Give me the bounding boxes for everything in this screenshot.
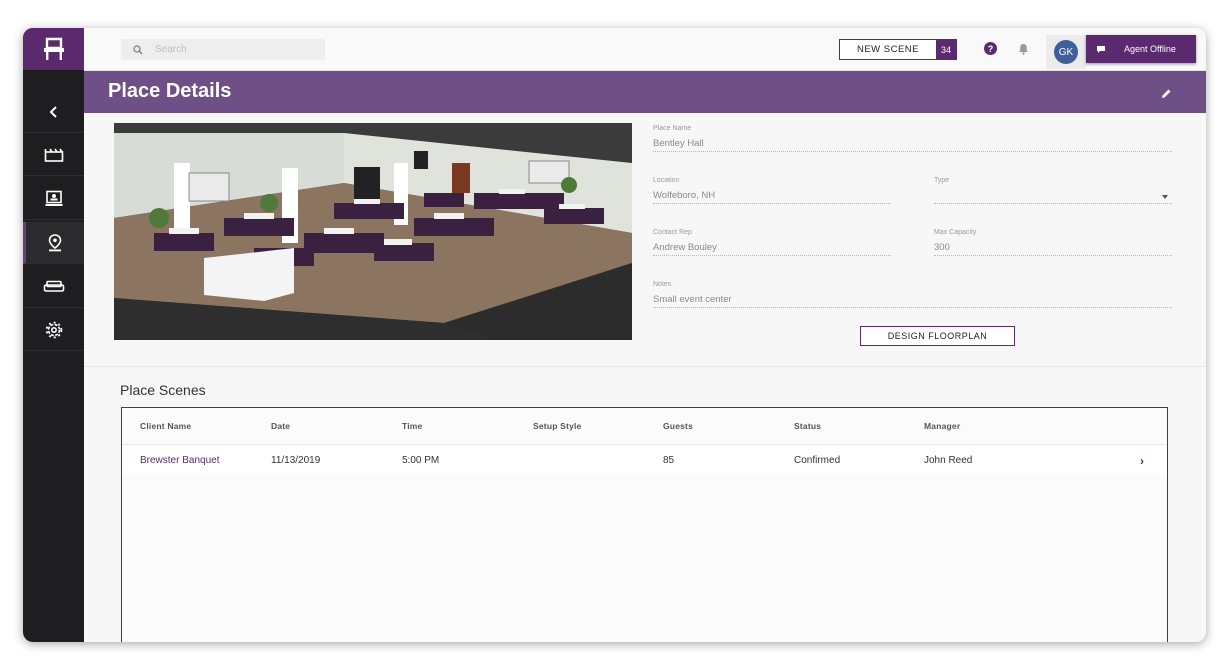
search-box[interactable]: [121, 39, 325, 60]
presentation-icon: [45, 190, 62, 206]
help-icon[interactable]: ?: [984, 42, 997, 55]
notes-field[interactable]: Notes Small event center: [653, 281, 1172, 308]
search-icon: [133, 44, 143, 55]
new-scene-label: NEW SCENE: [840, 40, 936, 59]
avatar: GK: [1054, 40, 1078, 64]
column-header-setup-style[interactable]: Setup Style: [533, 421, 582, 431]
max-capacity-value[interactable]: 300: [934, 242, 1172, 256]
chevron-right-icon[interactable]: ›: [1140, 454, 1144, 468]
sidebar-item-scenes[interactable]: [23, 134, 84, 176]
column-header-date[interactable]: Date: [271, 421, 290, 431]
agent-status-label: Agent Offline: [1124, 44, 1176, 54]
logo[interactable]: [23, 28, 84, 70]
contact-rep-value[interactable]: Andrew Bouley: [653, 242, 891, 256]
column-header-status[interactable]: Status: [794, 421, 821, 431]
back-chevron-icon: [49, 105, 57, 118]
scenes-table: Client Name Date Time Setup Style Guests…: [121, 407, 1168, 642]
logo-chair-icon: [43, 37, 64, 60]
table-row[interactable]: Brewster Banquet 11/13/2019 5:00 PM 85 C…: [122, 445, 1167, 475]
place-name-field[interactable]: Place Name Bentley Hall: [653, 125, 1172, 152]
chat-icon: [1096, 45, 1106, 54]
app-window: NEW SCENE 34 ? GK Agent Offline Place De…: [23, 28, 1206, 642]
type-select[interactable]: Type: [934, 177, 1172, 204]
new-scene-button[interactable]: NEW SCENE 34: [839, 39, 957, 60]
cell-client-name[interactable]: Brewster Banquet: [140, 455, 220, 466]
column-header-time[interactable]: Time: [402, 421, 423, 431]
cell-date: 11/13/2019: [271, 455, 321, 466]
cell-manager: John Reed: [924, 455, 973, 466]
location-value[interactable]: Wolfeboro, NH: [653, 190, 891, 204]
search-input[interactable]: [155, 44, 305, 55]
gear-icon: [45, 321, 62, 338]
sidebar-item-presentations[interactable]: [23, 178, 84, 220]
sidebar: [23, 28, 84, 642]
sidebar-back[interactable]: [23, 91, 84, 133]
column-header-manager[interactable]: Manager: [924, 421, 960, 431]
cell-status: Confirmed: [794, 455, 841, 466]
max-capacity-label: Max Capacity: [934, 229, 977, 236]
agent-status-button[interactable]: Agent Offline: [1086, 35, 1196, 63]
top-bar: NEW SCENE 34 ? GK Agent Offline: [84, 28, 1206, 71]
location-label: Location: [653, 177, 680, 184]
page-title: Place Details: [108, 80, 232, 102]
type-label: Type: [934, 177, 950, 184]
column-header-client[interactable]: Client Name: [140, 421, 191, 431]
place-name-label: Place Name: [653, 125, 692, 132]
contact-rep-field[interactable]: Contact Rep Andrew Bouley: [653, 229, 891, 256]
notes-value[interactable]: Small event center: [653, 294, 1172, 308]
cell-time: 5:00 PM: [402, 455, 440, 466]
place-scenes-title: Place Scenes: [120, 382, 206, 398]
chevron-down-icon[interactable]: [1162, 195, 1168, 199]
user-menu[interactable]: GK: [1046, 35, 1086, 69]
notes-label: Notes: [653, 281, 672, 288]
table-header: Client Name Date Time Setup Style Guests…: [122, 408, 1167, 445]
location-pin-icon: [48, 233, 62, 251]
place-name-value[interactable]: Bentley Hall: [653, 138, 1172, 152]
column-header-guests[interactable]: Guests: [663, 421, 693, 431]
page-header: Place Details: [84, 71, 1206, 113]
pencil-icon[interactable]: [1161, 86, 1172, 104]
location-field[interactable]: Location Wolfeboro, NH: [653, 177, 891, 204]
sidebar-item-settings[interactable]: [23, 309, 84, 351]
scenes-clapper-icon: [44, 148, 63, 162]
design-floorplan-button[interactable]: DESIGN FLOORPLAN: [860, 326, 1015, 346]
sidebar-item-furniture[interactable]: [23, 266, 84, 308]
cell-guests: 85: [663, 455, 675, 466]
bell-icon[interactable]: [1018, 42, 1029, 60]
type-value[interactable]: [934, 190, 1172, 204]
sofa-icon: [43, 280, 64, 292]
venue-render-image: [114, 123, 632, 340]
sidebar-item-places[interactable]: [23, 222, 84, 264]
contact-rep-label: Contact Rep: [653, 229, 692, 236]
section-divider: [84, 366, 1206, 367]
max-capacity-field[interactable]: Max Capacity 300: [934, 229, 1172, 256]
new-scene-count-badge: 34: [936, 40, 956, 59]
